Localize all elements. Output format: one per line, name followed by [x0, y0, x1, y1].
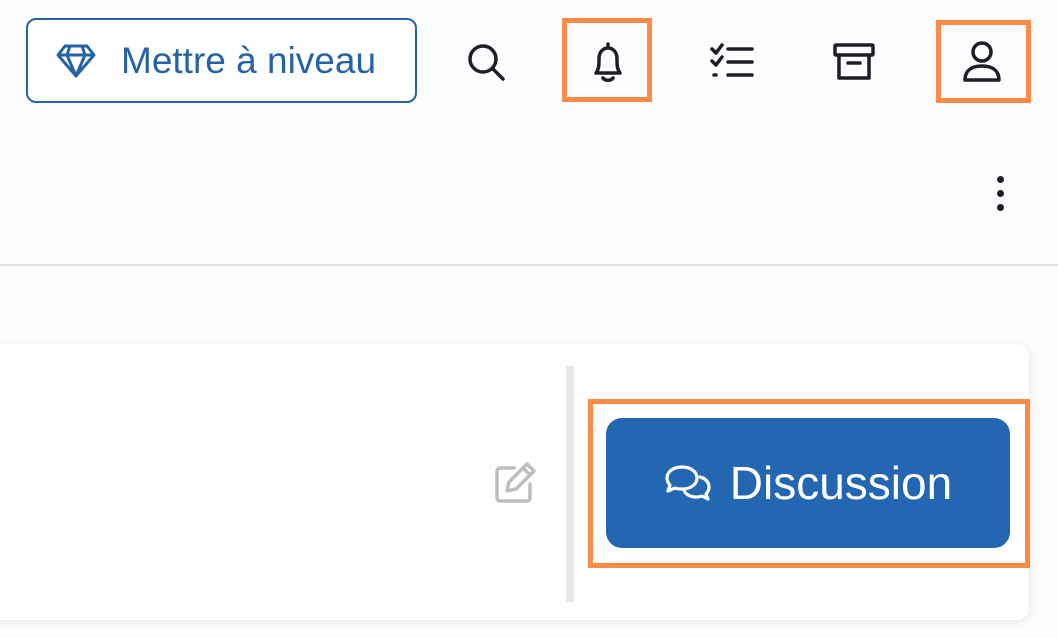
header-divider	[0, 264, 1058, 266]
kebab-vertical-icon	[996, 175, 1004, 183]
card-separator	[566, 366, 574, 602]
archive-icon	[833, 43, 875, 80]
discussion-button[interactable]: Discussion	[606, 418, 1010, 548]
upgrade-button[interactable]: Mettre à niveau	[26, 18, 417, 103]
upgrade-label: Mettre à niveau	[121, 39, 377, 81]
notifications-button[interactable]	[578, 32, 638, 92]
archive-button[interactable]	[824, 32, 884, 92]
user-icon	[963, 41, 1001, 82]
more-options-button[interactable]	[978, 168, 1022, 218]
bell-icon	[594, 42, 622, 82]
edit-button[interactable]	[490, 458, 540, 508]
search-icon	[468, 44, 505, 81]
discussion-label: Discussion	[729, 457, 953, 509]
chat-bubbles-icon	[665, 465, 711, 501]
edit-icon	[495, 462, 536, 503]
checklist-icon	[710, 43, 754, 77]
tasks-button[interactable]	[702, 32, 762, 92]
diamond-icon	[56, 44, 96, 77]
search-button[interactable]	[456, 32, 516, 92]
profile-button[interactable]	[952, 32, 1012, 92]
